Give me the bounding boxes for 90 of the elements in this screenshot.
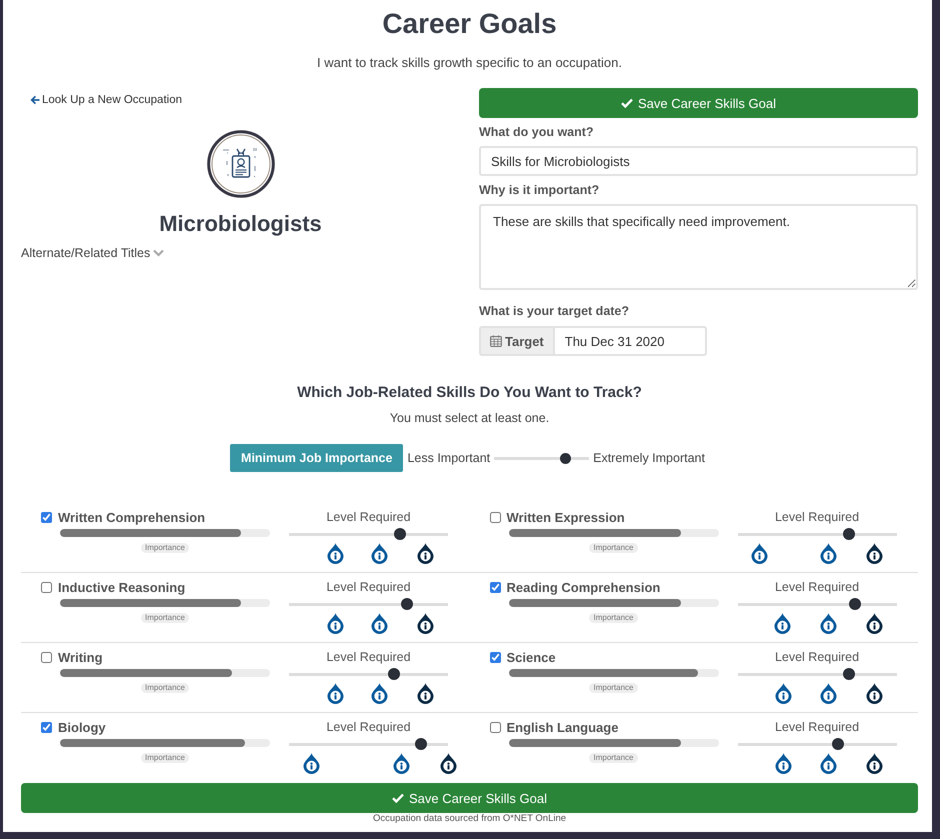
slider-thumb[interactable] (842, 668, 855, 680)
skill-checkbox[interactable] (490, 722, 500, 732)
info-marker-icon[interactable] (820, 613, 837, 634)
slider-thumb[interactable] (394, 528, 406, 540)
importance-tag: Importance (589, 613, 638, 623)
skill-checkbox[interactable] (41, 652, 52, 662)
importance-tag: Importance (589, 543, 638, 553)
slider-thumb[interactable] (849, 598, 862, 610)
min-importance-label: Less Important (407, 451, 490, 465)
back-link[interactable]: Look Up a New Occupation (30, 93, 182, 107)
slider-thumb[interactable] (388, 668, 400, 680)
info-marker-icon[interactable] (866, 753, 883, 774)
info-marker-icon[interactable] (820, 543, 837, 564)
date-input[interactable]: Thu Dec 31 2020 (552, 326, 707, 356)
info-marker-icon[interactable] (326, 613, 344, 634)
info-marker-icon[interactable] (371, 683, 388, 704)
id-badge-icon (206, 130, 274, 198)
info-marker-icon[interactable] (820, 683, 837, 704)
skill-checkbox[interactable] (490, 652, 500, 662)
info-marker-icon[interactable] (417, 613, 434, 634)
page-title: Career Goals (381, 8, 558, 40)
importance-tag: Importance (589, 683, 638, 693)
field-label: What is your target date? (479, 303, 630, 319)
info-marker-icon[interactable] (393, 753, 410, 774)
level-required-label: Level Required (774, 579, 860, 595)
skill-name: Written Expression (506, 510, 625, 524)
importance-tag: Importance (140, 753, 190, 763)
occupation-name: Microbiologists (158, 211, 323, 237)
level-required-label: Level Required (774, 509, 860, 525)
info-marker-icon[interactable] (326, 683, 344, 704)
importance-tag: Importance (140, 613, 190, 623)
info-marker-icon[interactable] (371, 613, 388, 634)
section-heading: Which Job-Related Skills Do You Want to Track? (296, 383, 643, 403)
info-marker-icon[interactable] (866, 613, 883, 634)
level-required-label: Level Required (774, 719, 860, 735)
minimum-importance-label: Minimum Job Importance (230, 444, 404, 472)
info-marker-icon[interactable] (774, 613, 791, 634)
info-marker-icon[interactable] (751, 543, 768, 564)
level-required-label: Level Required (326, 509, 411, 525)
info-marker-icon[interactable] (775, 753, 792, 774)
level-required-label: Level Required (326, 579, 411, 595)
calendar-icon (490, 335, 502, 347)
source-note: Occupation data sourced from O*NET OnLine (372, 813, 568, 825)
info-marker-icon[interactable] (440, 753, 456, 774)
field-label: Why is it important? (479, 182, 600, 198)
skill-name: Science (506, 650, 556, 664)
skill-name: English Language (506, 720, 618, 734)
arrow-left-icon (30, 95, 40, 105)
slider-thumb[interactable] (400, 598, 413, 610)
goal-input[interactable]: Skills for Microbiologists (479, 146, 918, 176)
importance-tag: Importance (589, 753, 638, 763)
page-subtitle: I want to track skills growth specific to an occupation. (316, 55, 623, 71)
slider-thumb[interactable] (832, 738, 844, 750)
importance-tag: Importance (140, 683, 190, 693)
save-goal-button[interactable]: Save Career Skills Goal (21, 783, 918, 813)
info-marker-icon[interactable] (417, 683, 434, 704)
skill-name: Reading Comprehension (506, 580, 660, 594)
info-marker-icon[interactable] (371, 543, 388, 564)
importance-tag: Importance (140, 543, 190, 553)
skill-checkbox[interactable] (490, 582, 500, 592)
level-required-label: Level Required (774, 649, 860, 665)
slider-thumb[interactable] (560, 452, 571, 464)
max-importance-label: Extremely Important (593, 451, 705, 465)
save-goal-button[interactable]: Save Career Skills Goal (479, 88, 918, 118)
info-marker-icon[interactable] (775, 683, 792, 704)
slider-thumb[interactable] (842, 528, 855, 540)
skill-checkbox[interactable] (41, 512, 52, 522)
skill-name: Writing (58, 650, 103, 664)
level-required-label: Level Required (326, 649, 411, 665)
target-label: Target (505, 334, 544, 348)
check-icon (392, 793, 404, 803)
info-marker-icon[interactable] (866, 543, 883, 564)
skill-name: Inductive Reasoning (58, 580, 186, 594)
skill-name: Biology (58, 720, 106, 734)
skill-checkbox[interactable] (490, 512, 500, 522)
selection-note: You must select at least one. (388, 410, 550, 426)
level-required-label: Level Required (326, 719, 411, 735)
slider-thumb[interactable] (414, 738, 427, 750)
info-marker-icon[interactable] (866, 683, 883, 704)
alternate-titles-toggle[interactable]: Alternate/Related Titles (21, 245, 164, 261)
skill-checkbox[interactable] (41, 582, 52, 592)
info-marker-icon[interactable] (417, 543, 434, 564)
skill-name: Written Comprehension (58, 510, 206, 524)
info-marker-icon[interactable] (820, 753, 837, 774)
check-icon (621, 98, 633, 108)
reason-textarea[interactable]: These are skills that specifically need improvement. (479, 204, 918, 290)
info-marker-icon[interactable] (326, 543, 344, 564)
field-label: What do you want? (479, 124, 595, 140)
info-marker-icon[interactable] (302, 753, 320, 774)
skill-checkbox[interactable] (41, 722, 52, 732)
